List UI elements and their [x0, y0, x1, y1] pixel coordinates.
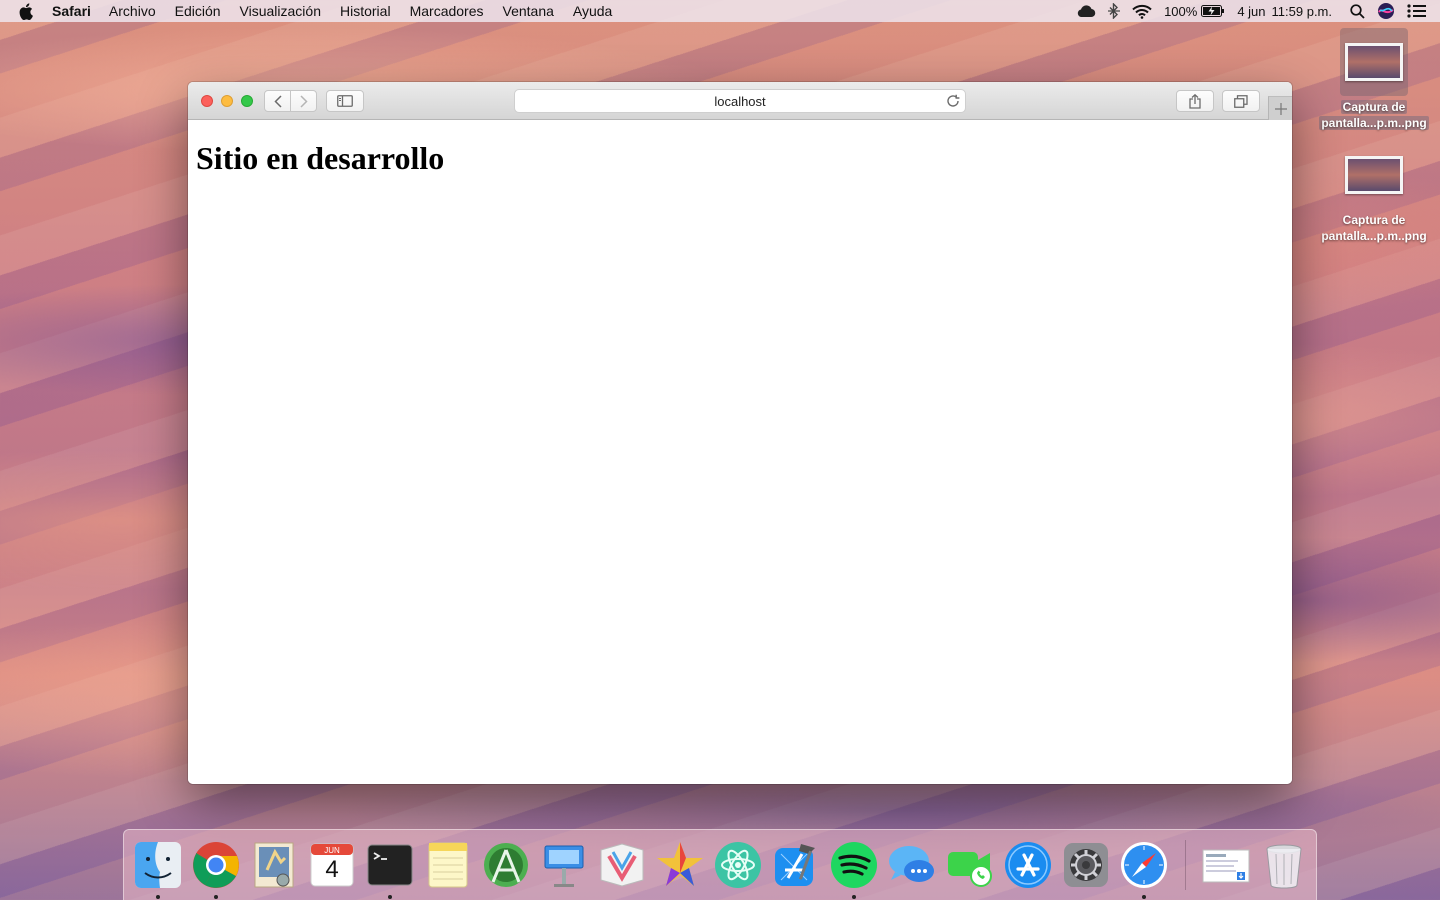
dock-messages-icon[interactable]	[887, 840, 937, 890]
dock-star-app-icon[interactable]	[655, 840, 705, 890]
file-name-line2: pantalla...p.m..png	[1321, 229, 1427, 243]
dock-app-store-icon[interactable]	[1003, 840, 1053, 890]
dock-screenshots-stack-icon[interactable]	[1201, 840, 1251, 890]
dock-android-studio-icon[interactable]	[481, 840, 531, 890]
page-heading: Sitio en desarrollo	[196, 140, 445, 176]
reload-icon[interactable]	[946, 94, 960, 111]
dock-system-preferences-icon[interactable]	[1061, 840, 1111, 890]
dock-chrome-icon[interactable]	[191, 840, 241, 890]
wifi-icon[interactable]	[1132, 4, 1152, 19]
battery-percentage[interactable]: 100%	[1164, 4, 1197, 19]
menu-historial[interactable]: Historial	[340, 3, 391, 19]
dock-calendar-icon[interactable]: JUN 4	[307, 840, 357, 890]
menubar-time[interactable]: 11:59 p.m.	[1272, 4, 1332, 19]
spotlight-search-icon[interactable]	[1350, 3, 1365, 19]
dock: JUN 4	[123, 829, 1317, 900]
dock-separator	[1185, 840, 1186, 890]
navigation-buttons	[264, 90, 317, 112]
dock-terminal-icon[interactable]	[365, 840, 415, 890]
dock-finder-icon[interactable]	[133, 840, 183, 890]
battery-icon[interactable]	[1201, 5, 1225, 17]
running-indicator	[388, 895, 392, 899]
running-indicator	[1142, 895, 1146, 899]
menu-ventana[interactable]: Ventana	[503, 3, 554, 19]
calendar-month: JUN	[324, 846, 340, 855]
new-tab-button[interactable]	[1268, 96, 1292, 120]
share-button[interactable]	[1176, 90, 1214, 112]
file-name-line1: Captura de	[1340, 100, 1408, 114]
web-page-content: Sitio en desarrollo	[188, 120, 1292, 784]
menu-archivo[interactable]: Archivo	[109, 3, 156, 19]
dock-atom-icon[interactable]	[713, 840, 763, 890]
running-indicator	[852, 895, 856, 899]
menu-bar: Safari Archivo Edición Visualización His…	[0, 0, 1440, 22]
file-thumbnail	[1340, 141, 1408, 209]
running-indicator	[214, 895, 218, 899]
notification-center-icon[interactable]	[1407, 4, 1426, 18]
url-text: localhost	[714, 93, 766, 109]
calendar-day: 4	[325, 856, 339, 883]
cloud-icon[interactable]	[1076, 4, 1096, 18]
desktop-file-screenshot-2[interactable]: Captura de pantalla...p.m..png	[1311, 141, 1437, 244]
menu-ayuda[interactable]: Ayuda	[573, 3, 612, 19]
dock-mail-icon[interactable]	[249, 840, 299, 890]
address-bar[interactable]: localhost	[514, 89, 966, 113]
file-name-line2: pantalla...p.m..png	[1319, 116, 1429, 130]
dock-keynote-icon[interactable]	[539, 840, 589, 890]
close-window-button[interactable]	[201, 95, 213, 107]
menubar-date[interactable]: 4 jun	[1237, 4, 1265, 19]
back-button[interactable]	[265, 91, 291, 111]
menu-app-safari[interactable]: Safari	[52, 3, 91, 19]
tabs-overview-icon	[1234, 94, 1248, 108]
bluetooth-icon[interactable]	[1108, 3, 1121, 19]
apple-menu-icon[interactable]	[18, 2, 36, 20]
forward-button[interactable]	[291, 91, 316, 111]
sidebar-toggle-button[interactable]	[326, 90, 364, 112]
menu-marcadores[interactable]: Marcadores	[410, 3, 484, 19]
minimize-window-button[interactable]	[221, 95, 233, 107]
dock-design-app-icon[interactable]	[597, 840, 647, 890]
dock-spotify-icon[interactable]	[829, 840, 879, 890]
dock-facetime-icon[interactable]	[945, 840, 995, 890]
plus-icon	[1274, 102, 1287, 115]
menu-edicion[interactable]: Edición	[175, 3, 221, 19]
dock-xcode-icon[interactable]	[771, 840, 821, 890]
share-icon	[1189, 93, 1201, 109]
file-thumbnail	[1340, 28, 1408, 96]
dock-notes-icon[interactable]	[423, 840, 473, 890]
running-indicator	[156, 895, 160, 899]
show-all-tabs-button[interactable]	[1222, 90, 1260, 112]
safari-window: localhost Sitio en desarrollo	[188, 82, 1292, 784]
siri-icon[interactable]	[1377, 2, 1395, 20]
chevron-right-icon	[299, 94, 308, 108]
chevron-left-icon	[273, 94, 282, 108]
sidebar-icon	[337, 95, 353, 107]
fullscreen-window-button[interactable]	[241, 95, 253, 107]
safari-toolbar: localhost	[188, 82, 1292, 120]
desktop-file-screenshot-1[interactable]: Captura de pantalla...p.m..png	[1311, 28, 1437, 131]
file-name-line1: Captura de	[1342, 213, 1406, 227]
menu-visualizacion[interactable]: Visualización	[240, 3, 321, 19]
dock-trash-icon[interactable]	[1259, 840, 1309, 890]
dock-safari-icon[interactable]	[1119, 840, 1169, 890]
